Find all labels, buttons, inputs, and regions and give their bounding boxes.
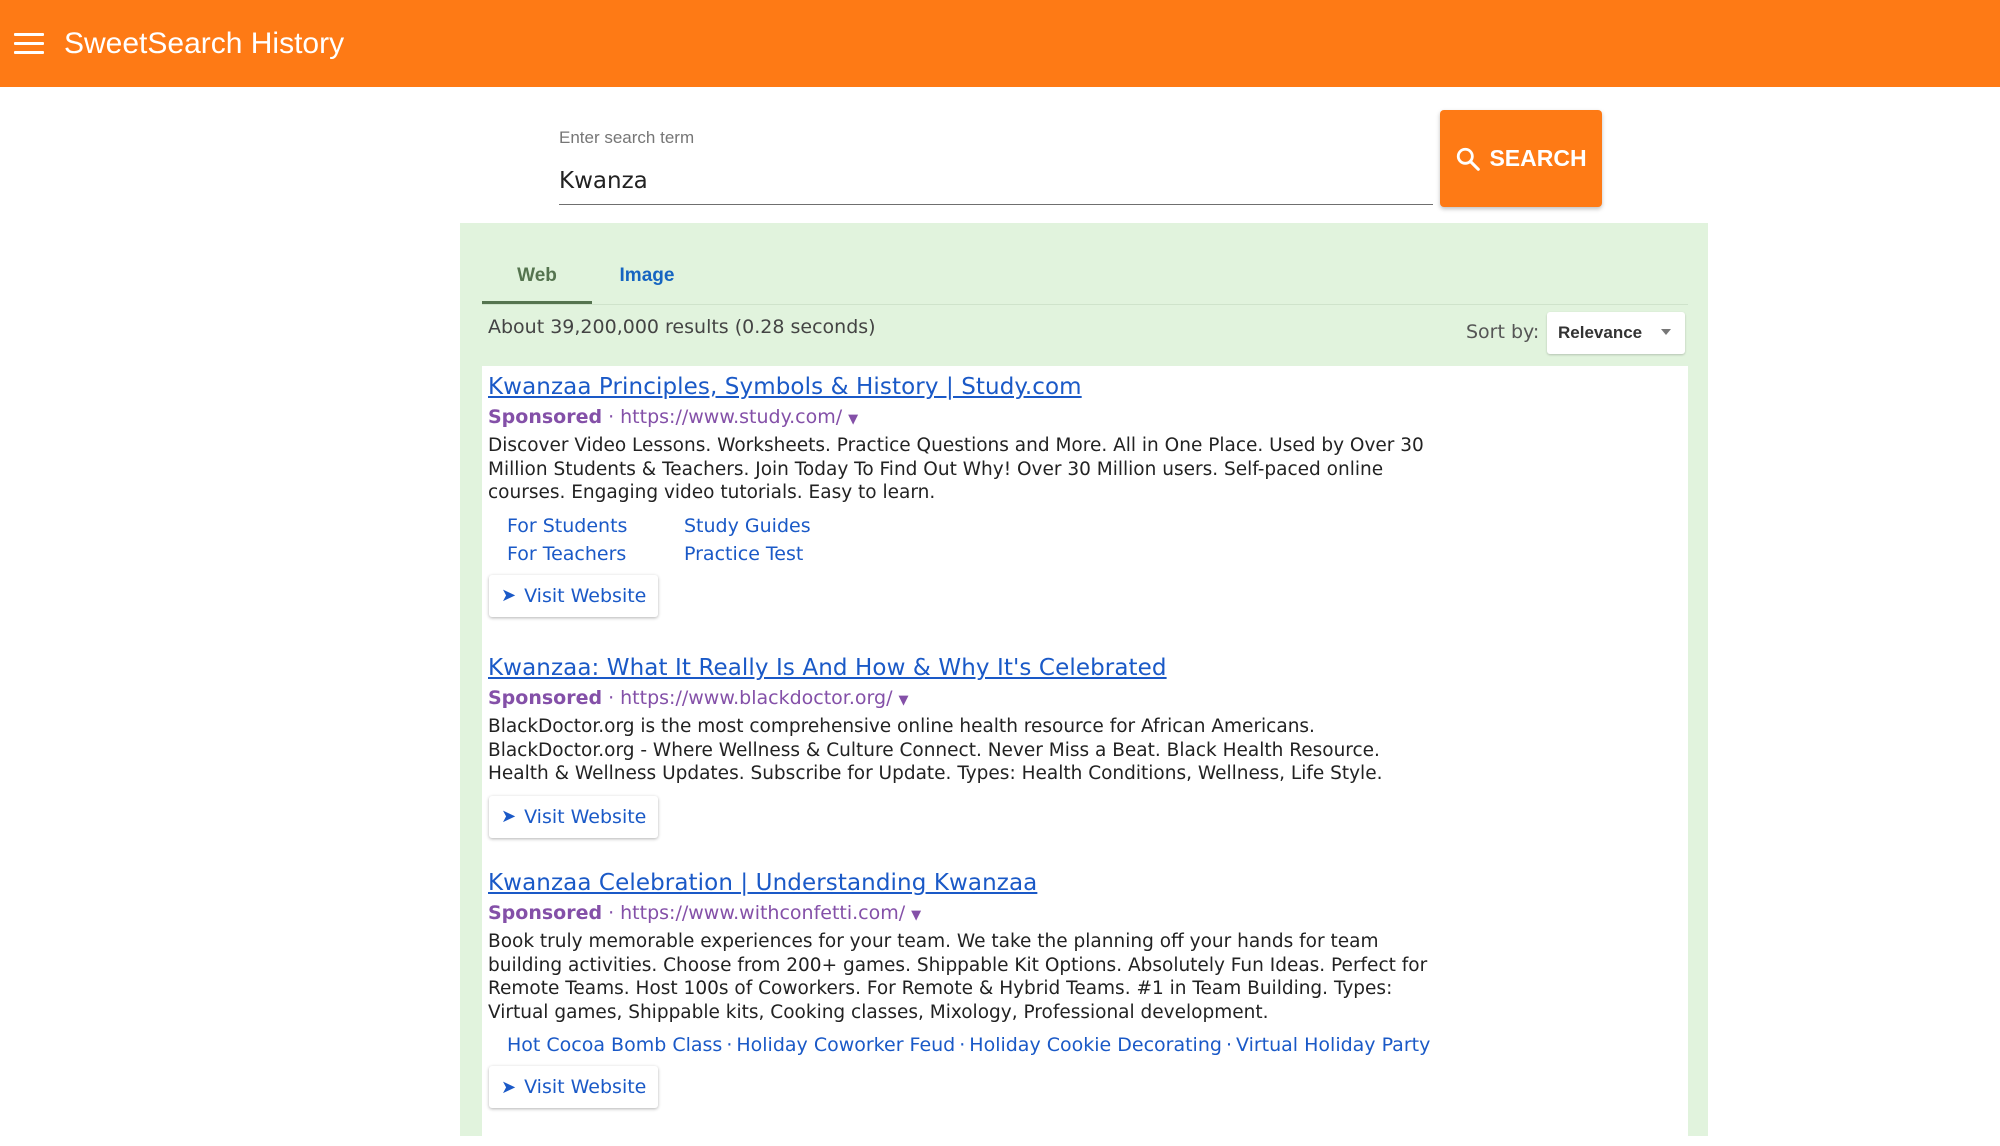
search-field[interactable]: Enter search term — [559, 128, 1433, 205]
result-description: Discover Video Lessons. Worksheets. Prac… — [488, 435, 1424, 503]
link-separator: · — [726, 1034, 733, 1056]
search-button[interactable]: SEARCH — [1440, 110, 1602, 207]
search-button-label: SEARCH — [1489, 145, 1587, 171]
sitelink-for-teachers[interactable]: For Teachers — [507, 543, 684, 565]
result-title-link[interactable]: Kwanzaa Celebration | Understanding Kwan… — [488, 870, 1488, 896]
tab-web[interactable]: Web — [482, 251, 592, 304]
visit-website-button[interactable]: ➤ Visit Website — [489, 574, 659, 617]
sort-label: Sort by: — [1466, 321, 1540, 343]
sitelink-study-guides[interactable]: Study Guides — [684, 515, 861, 537]
result-title-link[interactable]: Kwanzaa Principles, Symbols & History | … — [488, 374, 1488, 400]
search-icon — [1457, 147, 1481, 171]
results-count: About 39,200,000 results (0.28 seconds) — [488, 316, 876, 338]
result-tabs: Web Image — [482, 251, 1688, 305]
results-panel: Web Image About 39,200,000 results (0.28… — [460, 223, 1708, 1146]
search-result: Kwanzaa Principles, Symbols & History | … — [488, 374, 1488, 617]
tab-image[interactable]: Image — [592, 251, 702, 304]
search-label: Enter search term — [559, 128, 695, 147]
visit-website-label: Visit Website — [524, 1076, 647, 1098]
sitelink-for-students[interactable]: For Students — [507, 515, 684, 537]
result-description: BlackDoctor.org is the most comprehensiv… — [488, 716, 1383, 784]
meta-separator: · — [608, 406, 615, 428]
app-title: SweetSearch History — [64, 26, 345, 60]
hamburger-menu-icon[interactable] — [14, 26, 50, 62]
meta-separator: · — [608, 902, 615, 924]
meta-separator: · — [608, 687, 615, 709]
visit-website-button[interactable]: ➤ Visit Website — [489, 795, 659, 838]
visit-website-label: Visit Website — [524, 805, 647, 828]
sitelinks: For Students Study Guides For Teachers P… — [488, 515, 1488, 565]
results-list: Kwanzaa Principles, Symbols & History | … — [482, 366, 1688, 1146]
url-dropdown-caret-icon[interactable]: ▼ — [911, 908, 921, 923]
sponsored-label: Sponsored — [488, 406, 603, 428]
sitelink-virtual-holiday-party[interactable]: Virtual Holiday Party — [1236, 1034, 1430, 1056]
sort-select[interactable]: Relevance — [1547, 312, 1685, 354]
sitelink-holiday-coworker-feud[interactable]: Holiday Coworker Feud — [736, 1034, 955, 1056]
link-separator: · — [959, 1034, 966, 1056]
sitelink-practice-test[interactable]: Practice Test — [684, 543, 861, 565]
result-meta: Sponsored · https://www.withconfetti.com/ ▼ — [488, 902, 1488, 924]
search-input[interactable] — [559, 164, 1419, 198]
url-dropdown-caret-icon[interactable]: ▼ — [848, 412, 858, 427]
visit-website-button[interactable]: ➤ Visit Website — [489, 1066, 659, 1108]
result-meta: Sponsored · https://www.blackdoctor.org/ ▼ — [488, 687, 1488, 709]
sponsored-label: Sponsored — [488, 687, 603, 709]
result-url[interactable]: https://www.withconfetti.com/ — [620, 902, 905, 924]
sort-select-value: Relevance — [1558, 323, 1643, 342]
url-dropdown-caret-icon[interactable]: ▼ — [898, 693, 908, 708]
result-title-link[interactable]: Kwanzaa: What It Really Is And How & Why… — [488, 655, 1488, 681]
sitelink-holiday-cookie-decorating[interactable]: Holiday Cookie Decorating — [969, 1034, 1222, 1056]
sitelink-hot-cocoa-bomb-class[interactable]: Hot Cocoa Bomb Class — [507, 1034, 722, 1056]
search-result: Kwanzaa Celebration | Understanding Kwan… — [488, 870, 1488, 1108]
result-meta: Sponsored · https://www.study.com/ ▼ — [488, 406, 1488, 428]
result-url[interactable]: https://www.study.com/ — [620, 406, 842, 428]
search-area: Enter search term SEARCH — [559, 110, 1602, 210]
arrow-right-icon: ➤ — [501, 806, 517, 827]
arrow-right-icon: ➤ — [501, 585, 517, 606]
inline-sitelinks: Hot Cocoa Bomb Class · Holiday Coworker Fe… — [488, 1034, 1488, 1056]
sponsored-label: Sponsored — [488, 902, 603, 924]
arrow-right-icon: ➤ — [501, 1076, 517, 1098]
result-description: Book truly memorable experiences for you… — [488, 931, 1428, 1023]
visit-website-label: Visit Website — [524, 584, 647, 607]
app-bar: SweetSearch History — [0, 0, 2000, 87]
link-separator: · — [1225, 1034, 1232, 1056]
dropdown-caret-icon — [1661, 329, 1671, 335]
search-result: Kwanzaa: What It Really Is And How & Why… — [488, 655, 1488, 838]
result-url[interactable]: https://www.blackdoctor.org/ — [620, 687, 892, 709]
